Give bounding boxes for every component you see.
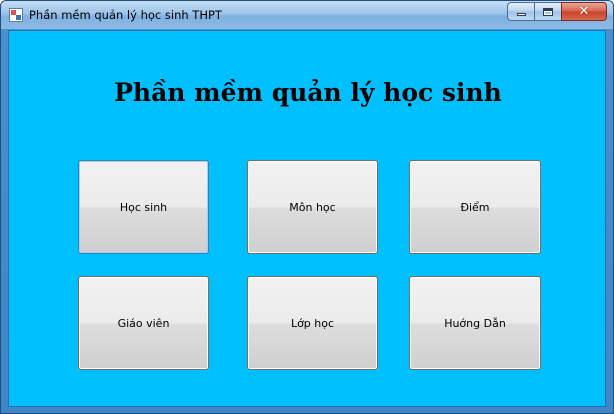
- close-icon: ✕: [578, 4, 590, 19]
- guide-button[interactable]: Huớng Dẫn: [409, 276, 541, 370]
- teacher-button[interactable]: Giáo viên: [78, 276, 209, 370]
- class-button[interactable]: Lớp học: [247, 276, 378, 370]
- score-button[interactable]: Điểm: [409, 160, 541, 254]
- window-controls: ✕: [507, 2, 607, 21]
- close-button[interactable]: ✕: [561, 2, 607, 21]
- minimize-button[interactable]: [507, 2, 534, 21]
- app-window: Phần mềm quản lý học sinh THPT ✕ Phần mề…: [0, 0, 614, 414]
- page-title: Phần mềm quản lý học sinh: [114, 78, 502, 107]
- title-bar[interactable]: Phần mềm quản lý học sinh THPT ✕: [1, 1, 613, 29]
- main-panel: Phần mềm quản lý học sinh Học sinh Môn h…: [8, 30, 606, 407]
- maximize-button[interactable]: [534, 2, 561, 21]
- minimize-icon: [516, 13, 526, 16]
- student-button[interactable]: Học sinh: [78, 160, 209, 254]
- maximize-icon: [543, 7, 553, 16]
- app-icon[interactable]: [9, 8, 23, 22]
- subject-button[interactable]: Môn học: [247, 160, 378, 254]
- window-title: Phần mềm quản lý học sinh THPT: [29, 8, 222, 22]
